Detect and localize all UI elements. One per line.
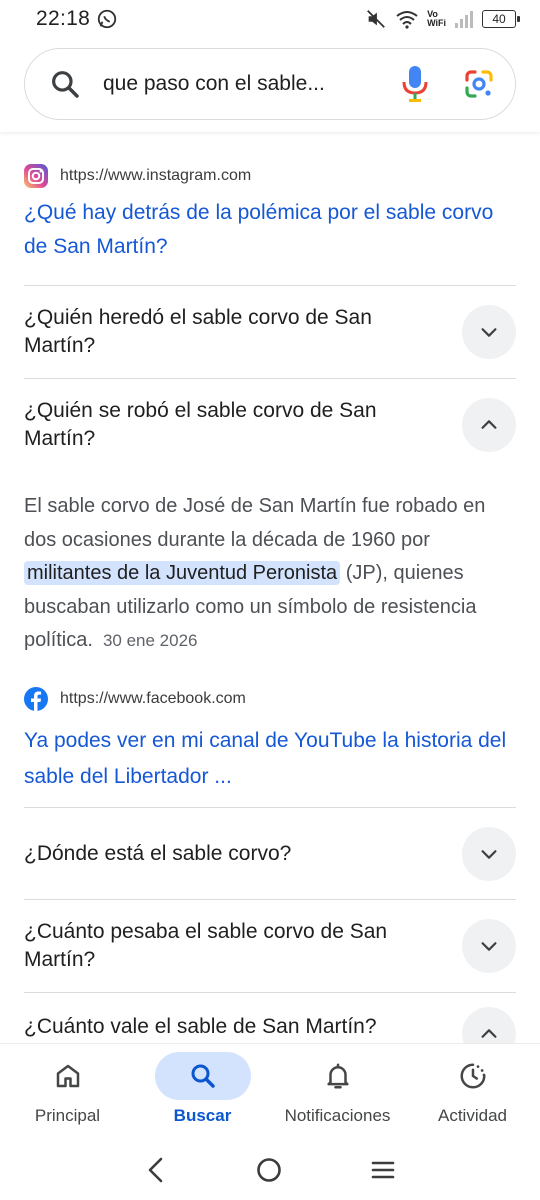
nav-item-notificaciones[interactable]: Notificaciones [270, 1044, 405, 1139]
results-content[interactable]: https://www.instagram.com ¿Qué hay detrá… [0, 132, 540, 1043]
nav-item-principal[interactable]: Principal [0, 1044, 135, 1139]
facebook-icon [24, 687, 48, 711]
battery-icon: 40 [482, 10, 520, 28]
chevron-down-icon [481, 849, 497, 859]
faq-question: ¿Cuánto pesaba el sable corvo de San Mar… [24, 920, 388, 971]
instagram-result: https://www.instagram.com ¿Qué hay detrá… [0, 164, 540, 264]
nav-label: Principal [34, 1106, 101, 1125]
whatsapp-icon [97, 9, 117, 29]
collapse-button[interactable] [462, 398, 516, 452]
collapse-button[interactable] [462, 1007, 516, 1043]
bottom-navigation: Principal Buscar Notificaciones Activida… [0, 1043, 540, 1139]
vowifi-indicator: Vo WiFi [427, 9, 446, 28]
search-icon[interactable] [49, 68, 81, 100]
faq-question: ¿Dónde está el sable corvo? [24, 841, 292, 865]
result-url: https://www.instagram.com [60, 167, 252, 184]
home-button-icon[interactable] [255, 1156, 283, 1184]
chevron-up-icon [481, 1029, 497, 1038]
chevron-down-icon [481, 942, 497, 951]
faq-item[interactable]: ¿Cuánto vale el sable de San Martín? [24, 992, 516, 1043]
back-icon[interactable] [144, 1156, 168, 1184]
facebook-result: https://www.facebook.com Ya podes ver en… [0, 687, 540, 795]
search-header: que paso con el sable... [0, 44, 540, 132]
faq-item[interactable]: ¿Quién heredó el sable corvo de San Mart… [24, 285, 516, 378]
nav-item-actividad[interactable]: Actividad [405, 1044, 540, 1139]
search-icon [191, 1064, 215, 1088]
answer-date: 30 ene 2026 [102, 631, 198, 650]
expand-button[interactable] [462, 919, 516, 973]
faq-item[interactable]: ¿Quién se robó el sable corvo de San Mar… [24, 378, 516, 471]
recent-apps-icon[interactable] [370, 1159, 396, 1181]
chevron-down-icon [481, 328, 497, 337]
faq-question: ¿Quién se robó el sable corvo de San Mar… [24, 399, 377, 450]
nav-label: Actividad [438, 1106, 507, 1125]
bell-icon [326, 1063, 349, 1089]
result-source: https://www.facebook.com [0, 687, 540, 711]
result-title-link[interactable]: ¿Qué hay detrás de la polémica por el sa… [0, 196, 540, 264]
expand-button[interactable] [462, 305, 516, 359]
faq-item[interactable]: ¿Cuánto pesaba el sable corvo de San Mar… [24, 899, 516, 992]
result-url: https://www.facebook.com [60, 690, 246, 707]
instagram-icon [24, 164, 48, 188]
nav-label: Buscar [173, 1106, 232, 1125]
result-title-link[interactable]: Ya podes ver en mi canal de YouTube la h… [0, 723, 540, 795]
google-lens-icon[interactable] [463, 68, 495, 100]
search-input[interactable]: que paso con el sable... [103, 72, 401, 96]
microphone-icon[interactable] [401, 64, 429, 104]
faq-item[interactable]: ¿Dónde está el sable corvo? [24, 807, 516, 899]
result-source: https://www.instagram.com [0, 164, 540, 188]
wifi-icon [396, 11, 418, 29]
nav-item-buscar[interactable]: Buscar [135, 1044, 270, 1139]
signal-icon [455, 11, 473, 28]
faq-question: ¿Cuánto vale el sable de San Martín? [24, 1015, 377, 1038]
faq-answer: El sable corvo de José de San Martín fue… [24, 495, 486, 651]
home-icon [56, 1064, 79, 1088]
status-bar: 22:18 Vo WiFi 40 [0, 0, 540, 38]
activity-icon [460, 1063, 485, 1089]
highlighted-answer: militantes de la Juventud Peronista [24, 561, 341, 585]
search-box[interactable]: que paso con el sable... [24, 48, 516, 120]
mute-icon [367, 10, 385, 28]
system-navigation-bar [0, 1139, 540, 1200]
chevron-up-icon [481, 420, 497, 429]
nav-label: Notificaciones [284, 1106, 391, 1125]
faq-question: ¿Quién heredó el sable corvo de San Mart… [24, 306, 372, 357]
expand-button[interactable] [462, 826, 516, 881]
status-time: 22:18 [36, 7, 91, 30]
